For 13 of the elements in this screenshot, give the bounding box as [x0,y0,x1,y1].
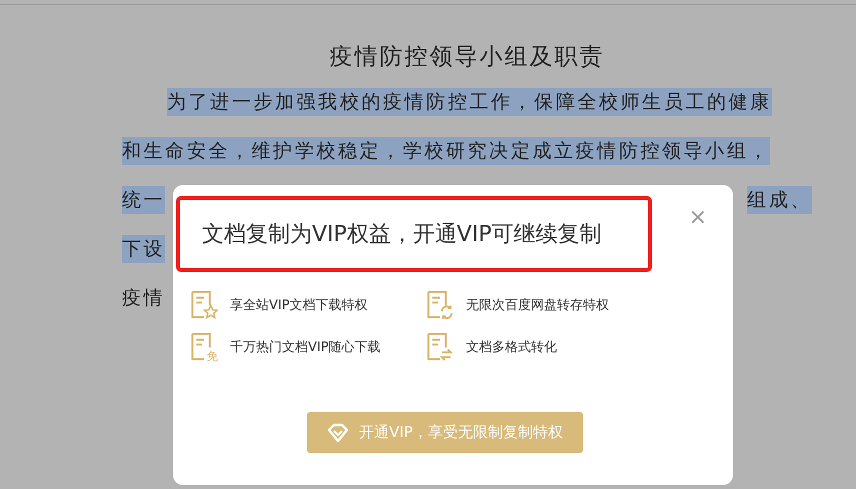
feature-label: 千万热门文档VIP随心下载 [230,339,381,356]
dialog-headline: 文档复制为VIP权益，开通VIP可继续复制 [176,196,652,272]
document-text-line: 疫情 [122,286,166,310]
document-sync-icon [426,290,454,320]
document-star-icon [190,290,218,320]
open-vip-button[interactable]: 开通VIP，享受无限制复制特权 [307,412,583,453]
document-title: 疫情防控领导小组及职责 [330,43,604,72]
close-button[interactable]: × [688,205,707,231]
feature-label: 文档多格式转化 [466,339,557,356]
feature-label: 享全站VIP文档下载特权 [230,297,368,314]
document-convert-icon [426,332,454,362]
feature-label: 无限次百度网盘转存特权 [466,297,609,314]
diamond-icon [327,422,350,442]
